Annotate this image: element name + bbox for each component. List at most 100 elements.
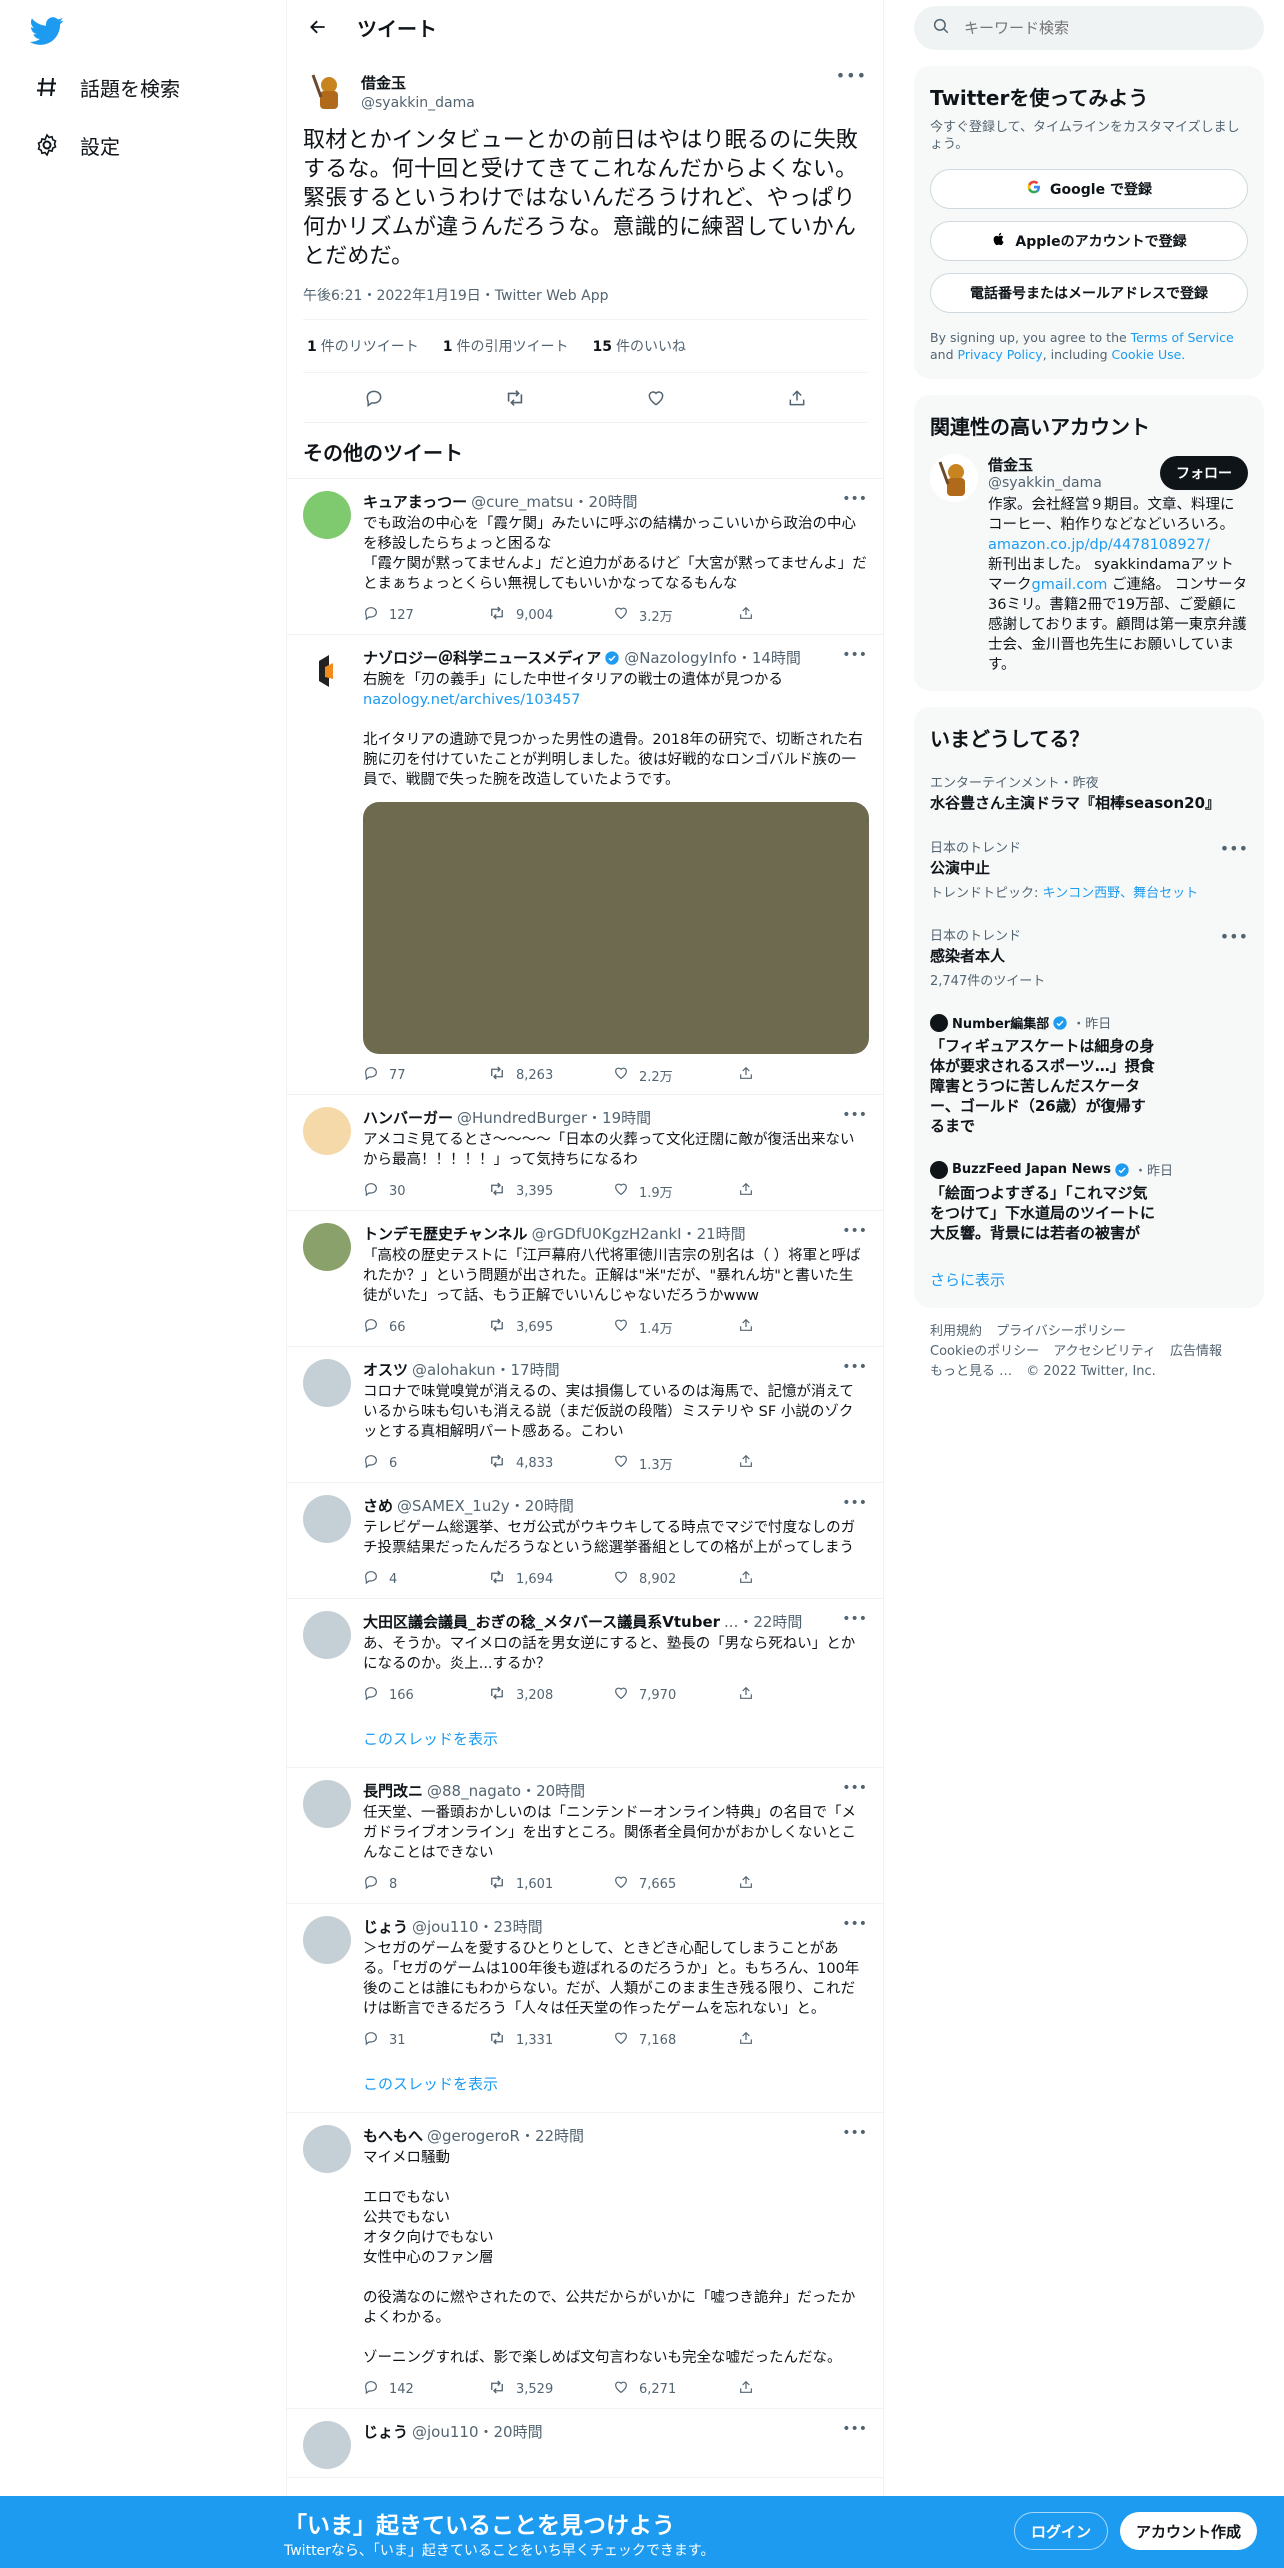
avatar[interactable] <box>303 1611 351 1659</box>
search-box[interactable] <box>914 6 1264 50</box>
tweet-item[interactable]: じょう @jou110 ・23時間 ＞セガのゲームを愛するひとりとして、ときどき心配し… <box>287 1904 883 2059</box>
avatar[interactable] <box>303 647 351 695</box>
more-options-icon[interactable]: ••• <box>842 1780 867 1796</box>
display-name[interactable]: 借金玉 <box>361 72 475 93</box>
footer-link[interactable]: 広告情報 <box>1170 1344 1222 1359</box>
more-options-icon[interactable]: ••• <box>842 1223 867 1239</box>
like-button[interactable]: 1.3万 <box>613 1453 738 1473</box>
show-more-link[interactable]: さらに表示 <box>914 1255 1264 1308</box>
retweet-button[interactable]: 3,695 <box>488 1316 613 1338</box>
tweet-timestamp[interactable]: 午後6:21・2022年1月19日・Twitter Web App <box>303 285 867 320</box>
quote-count[interactable]: 1 件の引用ツイート <box>443 336 569 356</box>
reply-button[interactable]: 31 <box>363 2030 488 2050</box>
share-icon[interactable] <box>786 387 808 409</box>
handle[interactable]: @syakkin_dama <box>361 95 475 111</box>
more-options-icon[interactable]: ••• <box>842 1107 867 1123</box>
tweet-media[interactable] <box>363 802 869 1054</box>
tweet-item[interactable]: ナゾロジー＠科学ニュースメディア @NazologyInfo ・14時間 右腕を「刃の… <box>287 635 883 1095</box>
reply-button[interactable]: 127 <box>363 605 488 625</box>
show-thread-link[interactable]: このスレッドを表示 <box>287 1714 883 1768</box>
account-row[interactable]: 借金玉 @syakkin_dama 作家。会社経営９期目。文章、料理にコーヒー、… <box>914 448 1264 691</box>
footer-link[interactable]: プライバシーポリシー <box>996 1324 1126 1339</box>
reply-button[interactable]: 142 <box>363 2379 488 2399</box>
more-options-icon[interactable]: ••• <box>842 2125 867 2141</box>
more-options-icon[interactable]: ••• <box>1220 927 1248 946</box>
handle[interactable]: @NazologyInfo <box>624 649 737 667</box>
retweet-button[interactable]: 8,263 <box>488 1064 613 1086</box>
phone-email-signup-button[interactable]: 電話番号またはメールアドレスで登録 <box>930 273 1248 313</box>
timestamp[interactable]: ・17時間 <box>496 1359 560 1380</box>
retweet-icon[interactable] <box>504 387 526 409</box>
retweet-button[interactable]: 3,395 <box>488 1180 613 1202</box>
like-button[interactable]: 2.2万 <box>613 1065 738 1085</box>
login-button[interactable]: ログイン <box>1014 2512 1109 2550</box>
retweet-button[interactable]: 3,208 <box>488 1684 613 1706</box>
reply-button[interactable]: 8 <box>363 1874 488 1894</box>
handle[interactable]: ... <box>724 1613 738 1631</box>
timestamp[interactable]: ・22時間 <box>738 1611 802 1632</box>
tweet-link[interactable]: nazology.net/archives/103457 <box>363 690 867 710</box>
tweet-item[interactable]: 長門改ニ @88_nagato ・20時間 任天堂、一番頭おかしいのは「ニンテンドーオ… <box>287 1768 883 1904</box>
reply-button[interactable]: 166 <box>363 1685 488 1705</box>
handle[interactable]: @jou110 <box>412 1918 478 1936</box>
timestamp[interactable]: ・20時間 <box>521 1780 585 1801</box>
handle[interactable]: @SAMEX_1u2y <box>397 1497 510 1515</box>
nav-explore[interactable]: 話題を検索 <box>34 67 180 107</box>
news-item[interactable]: Number編集部 ・昨日 「フィギュアスケートは細身の身体が要求されるスポーツ…… <box>914 1001 1264 1148</box>
share-button[interactable] <box>738 1317 863 1337</box>
trend-item[interactable]: エンターテインメント・昨夜 水谷豊さん主演ドラマ『相棒season20』 <box>914 760 1264 825</box>
like-button[interactable]: 1.4万 <box>613 1317 738 1337</box>
display-name[interactable]: キュアまっつー <box>363 491 467 512</box>
avatar[interactable] <box>303 1916 351 1964</box>
signup-button[interactable]: アカウント作成 <box>1120 2512 1258 2550</box>
retweet-button[interactable]: 1,601 <box>488 1873 613 1895</box>
tweet-item[interactable]: さめ @SAMEX_1u2y ・20時間 テレビゲーム総選挙、セガ公式がウキウキしてる… <box>287 1483 883 1599</box>
bio-mail-link[interactable]: gmail.com <box>1032 577 1108 593</box>
display-name[interactable]: トンデモ歴史チャンネル <box>363 1223 528 1244</box>
display-name[interactable]: ハンバーガー <box>363 1107 453 1128</box>
bio-link[interactable]: amazon.co.jp/dp/4478108927/ <box>988 537 1210 553</box>
avatar[interactable] <box>303 1223 351 1271</box>
reply-button[interactable]: 66 <box>363 1317 488 1337</box>
share-button[interactable] <box>738 1065 863 1085</box>
display-name[interactable]: さめ <box>363 1495 393 1516</box>
handle[interactable]: @cure_matsu <box>471 493 573 511</box>
tweet-item[interactable]: トンデモ歴史チャンネル @rGDfU0KgzH2ankI ・21時間 「高校の歴史テス… <box>287 1211 883 1347</box>
tweet-item[interactable]: もへもへ @gerogeroR ・22時間 マイメロ騒動 エロでもない 公共でもない … <box>287 2113 883 2409</box>
like-button[interactable]: 1.9万 <box>613 1181 738 1201</box>
share-button[interactable] <box>738 1685 863 1705</box>
trend-item[interactable]: 日本のトレンド 感染者本人 2,747件のツイート ••• <box>914 913 1264 1001</box>
reply-icon[interactable] <box>363 387 385 409</box>
retweet-button[interactable]: 3,529 <box>488 2378 613 2400</box>
retweet-button[interactable]: 4,833 <box>488 1452 613 1474</box>
timestamp[interactable]: ・20時間 <box>510 1495 574 1516</box>
like-button[interactable]: 7,665 <box>613 1874 738 1894</box>
avatar[interactable] <box>303 2421 351 2469</box>
timestamp[interactable]: ・22時間 <box>520 2125 584 2146</box>
timestamp[interactable]: ・14時間 <box>737 647 801 668</box>
avatar[interactable] <box>303 491 351 539</box>
reply-button[interactable]: 77 <box>363 1065 488 1085</box>
avatar[interactable] <box>303 1107 351 1155</box>
timestamp[interactable]: ・19時間 <box>587 1107 651 1128</box>
privacy-link[interactable]: Privacy Policy <box>958 347 1043 362</box>
more-options-icon[interactable]: ••• <box>842 1495 867 1511</box>
more-options-icon[interactable]: ••• <box>842 2421 867 2437</box>
share-button[interactable] <box>738 605 863 625</box>
avatar[interactable] <box>303 1359 351 1407</box>
follow-button[interactable]: フォロー <box>1160 456 1248 490</box>
trend-item[interactable]: 日本のトレンド 公演中止 トレンドトピック: キンコン西野、舞台セット ••• <box>914 825 1264 913</box>
handle[interactable]: @88_nagato <box>427 1782 521 1800</box>
handle[interactable]: @jou110 <box>412 2423 478 2441</box>
share-button[interactable] <box>738 1453 863 1473</box>
tweet-item[interactable]: ハンバーガー @HundredBurger ・19時間 アメコミ見てるとさ〜〜〜〜「日… <box>287 1095 883 1211</box>
display-name[interactable]: ナゾロジー＠科学ニュースメディア <box>363 647 601 668</box>
retweet-count[interactable]: 1 件のリツイート <box>307 336 419 356</box>
show-thread-link[interactable]: このスレッドを表示 <box>287 2059 883 2113</box>
retweet-button[interactable]: 9,004 <box>488 604 613 626</box>
timestamp[interactable]: ・23時間 <box>479 1916 543 1937</box>
nav-settings[interactable]: 設定 <box>34 125 120 165</box>
footer-link[interactable]: アクセシビリティ <box>1053 1344 1156 1359</box>
apple-signup-button[interactable]: Appleのアカウントで登録 <box>930 221 1248 261</box>
display-name[interactable]: 大田区議会議員_おぎの稔_メタバース議員系Vtuber <box>363 1611 720 1632</box>
